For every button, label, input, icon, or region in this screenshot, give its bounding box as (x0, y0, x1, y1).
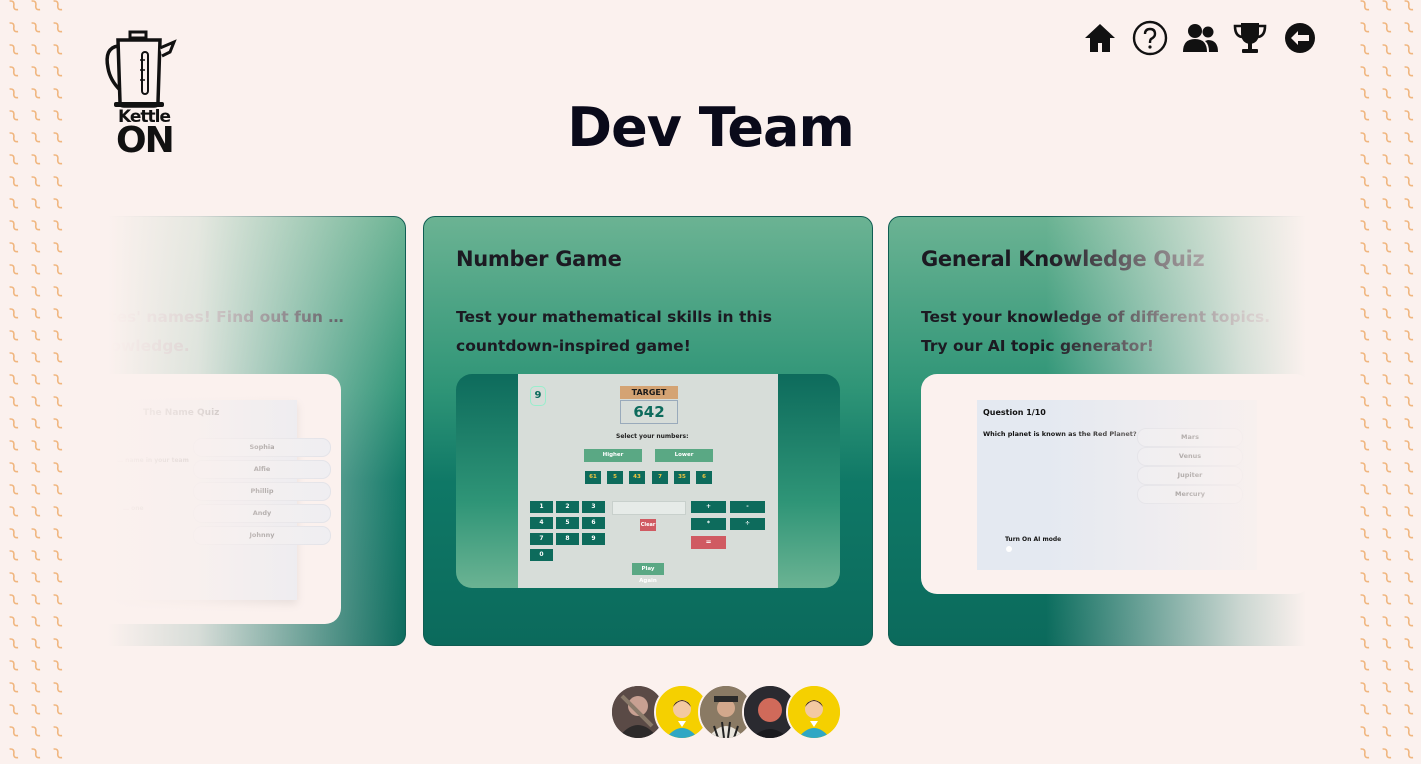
preview-title: The Name Quiz (143, 408, 220, 418)
higher-button: Higher (584, 449, 642, 462)
clear-button: Clear (640, 519, 656, 531)
game-card-general-knowledge-quiz[interactable]: General Knowledge Quiz Test your knowled… (888, 216, 1306, 646)
option-pill: Andy (193, 504, 331, 523)
expression-display (612, 501, 686, 515)
team-avatars (610, 684, 842, 740)
lower-button: Lower (655, 449, 713, 462)
select-numbers-label: Select your numbers: (616, 433, 689, 440)
page-title: Dev Team (567, 96, 854, 159)
operator-key: * (691, 518, 726, 530)
card-preview: The Name Quiz … name in your team … one … (108, 374, 341, 624)
equals-button: = (691, 536, 726, 549)
number-tile: 61 (585, 471, 601, 484)
keypad-key: 5 (556, 517, 579, 529)
trophy-icon (1233, 23, 1267, 53)
option-pill: Johnny (193, 526, 331, 545)
logout-icon (1285, 23, 1315, 53)
question-text: Which planet is known as the Red Planet? (983, 430, 1137, 438)
team-icon (1183, 24, 1218, 52)
operator-key: ÷ (730, 518, 765, 530)
preview-side-text: … one (123, 505, 144, 512)
round-badge: 9 (530, 386, 546, 406)
question-number: Question 1/10 (983, 408, 1046, 417)
option-pill: Phillip (193, 482, 331, 501)
keypad-key: 1 (530, 501, 553, 513)
answer-option: Mars (1137, 428, 1243, 447)
avatar[interactable] (786, 684, 842, 740)
team-button[interactable] (1182, 20, 1218, 56)
games-carousel[interactable]: … teammates' names! Find out fun … gener… (108, 216, 1306, 648)
number-game-screenshot: 9 TARGET 642 Select your numbers: Higher… (518, 374, 778, 588)
card-description: … teammates' names! Find out fun … gener… (108, 308, 344, 355)
keypad-key: 7 (530, 533, 553, 545)
keypad-key: 4 (530, 517, 553, 529)
option-pill: Alfie (193, 460, 331, 479)
answer-option: Venus (1137, 447, 1243, 466)
option-pill: Sophia (193, 438, 331, 457)
top-nav (1082, 20, 1318, 56)
preview-prompt: … name in your team (117, 457, 189, 464)
number-tile: 6 (696, 471, 712, 484)
number-tile: 35 (674, 471, 690, 484)
operator-key: - (730, 501, 765, 513)
person-illustration-icon (788, 686, 840, 738)
card-description: Test your mathematical skills in this co… (456, 308, 772, 355)
card-title: General Knowledge Quiz (921, 247, 1205, 271)
game-card-name-quiz[interactable]: … teammates' names! Find out fun … gener… (108, 216, 406, 646)
keypad-key: 9 (582, 533, 605, 545)
card-description: Test your knowledge of different topics.… (921, 308, 1271, 355)
help-button[interactable] (1132, 20, 1168, 56)
number-tile: 7 (652, 471, 668, 484)
number-tile: 5 (607, 471, 623, 484)
card-title: Number Game (456, 247, 622, 271)
number-tile: 43 (629, 471, 645, 484)
answer-option: Mercury (1137, 485, 1243, 504)
card-preview: Question 1/10 Which planet is known as t… (921, 374, 1306, 594)
ai-mode-toggle-label: Turn On AI mode (1005, 536, 1062, 543)
home-button[interactable] (1082, 20, 1118, 56)
keypad-key: 8 (556, 533, 579, 545)
card-preview: 9 TARGET 642 Select your numbers: Higher… (456, 374, 840, 588)
game-card-number-game[interactable]: Number Game Test your mathematical skill… (423, 216, 873, 646)
keypad-key: 0 (530, 549, 553, 561)
keypad-key: 3 (582, 501, 605, 513)
target-label: TARGET (620, 386, 678, 399)
keypad-key: 6 (582, 517, 605, 529)
ai-mode-toggle (1006, 546, 1012, 552)
operator-key: + (691, 501, 726, 513)
leaderboard-button[interactable] (1232, 20, 1268, 56)
logout-button[interactable] (1282, 20, 1318, 56)
help-icon (1132, 20, 1168, 56)
play-again-button: Play Again (632, 563, 664, 584)
home-icon (1085, 24, 1115, 52)
answer-option: Jupiter (1137, 466, 1243, 485)
target-value: 642 (620, 400, 678, 424)
keypad-key: 2 (556, 501, 579, 513)
